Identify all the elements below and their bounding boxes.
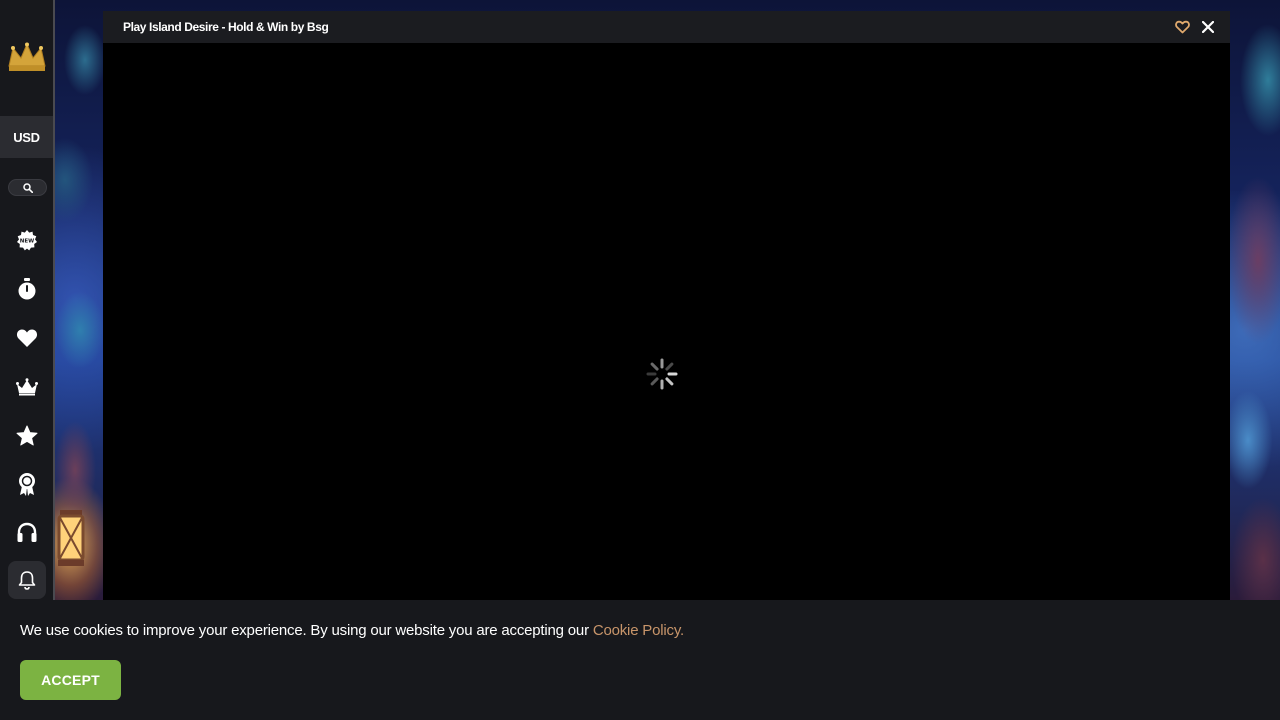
heart-icon xyxy=(16,329,38,347)
sidebar-item-new[interactable]: NEW xyxy=(13,226,41,254)
heart-outline-icon xyxy=(1174,20,1190,34)
award-ribbon-icon xyxy=(19,473,35,496)
accept-button[interactable]: ACCEPT xyxy=(20,660,121,700)
stopwatch-icon xyxy=(18,278,36,300)
lantern-icon xyxy=(57,510,85,566)
favorite-button[interactable] xyxy=(1174,19,1190,35)
sidebar-item-recent[interactable] xyxy=(13,275,41,303)
search-button[interactable] xyxy=(8,179,47,196)
modal-title: Play Island Desire - Hold & Win by Bsg xyxy=(123,20,329,34)
crown-logo-icon[interactable] xyxy=(7,42,47,74)
game-modal: Play Island Desire - Hold & Win by Bsg xyxy=(103,11,1230,600)
svg-text:NEW: NEW xyxy=(20,239,34,245)
sidebar-item-vip[interactable] xyxy=(13,373,41,401)
cookie-banner: We use cookies to improve your experienc… xyxy=(0,600,1280,720)
bell-icon xyxy=(18,571,36,590)
new-badge-icon: NEW xyxy=(17,230,37,251)
search-icon xyxy=(22,182,33,193)
notifications-button[interactable] xyxy=(8,561,46,599)
close-icon xyxy=(1202,21,1214,33)
sidebar-item-support[interactable] xyxy=(13,519,41,547)
crown-icon xyxy=(16,378,38,396)
sidebar-item-popular[interactable] xyxy=(13,422,41,450)
cookie-message: We use cookies to improve your experienc… xyxy=(20,622,684,639)
sidebar-item-tournaments[interactable] xyxy=(13,470,41,498)
currency-selector[interactable]: USD xyxy=(0,116,53,158)
sidebar-item-favorites[interactable] xyxy=(13,324,41,352)
cookie-text: We use cookies to improve your experienc… xyxy=(20,622,593,639)
star-icon xyxy=(16,425,38,446)
modal-header: Play Island Desire - Hold & Win by Bsg xyxy=(103,11,1230,43)
close-button[interactable] xyxy=(1200,19,1216,35)
cookie-policy-link[interactable]: Cookie Policy. xyxy=(593,622,684,639)
sidebar: USD NEW xyxy=(0,0,55,600)
spinner-icon xyxy=(646,358,678,390)
headset-icon xyxy=(17,522,37,542)
palm-tree-right xyxy=(1228,0,1280,600)
